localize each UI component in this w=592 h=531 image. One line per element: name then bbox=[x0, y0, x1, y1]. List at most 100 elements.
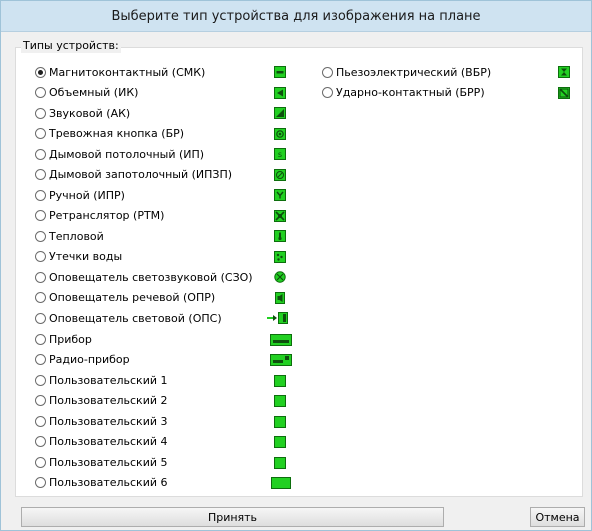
option-label: Пользовательский 5 bbox=[49, 455, 168, 469]
radio-option[interactable]: Пользовательский 2 bbox=[35, 392, 168, 408]
custom-2-icon bbox=[274, 395, 286, 407]
radio-option[interactable]: Радио-прибор bbox=[35, 351, 130, 367]
heat-detector-icon bbox=[274, 230, 286, 242]
radio-option[interactable]: Тепловой bbox=[35, 228, 104, 244]
option-label: Ударно-контактный (БРР) bbox=[336, 85, 485, 99]
option-label: Радио-прибор bbox=[49, 352, 130, 366]
radio-button[interactable] bbox=[35, 127, 46, 139]
custom-1-icon bbox=[274, 375, 286, 387]
volumetric-ir-icon bbox=[274, 87, 286, 99]
option-label: Прибор bbox=[49, 332, 92, 346]
water-leak-icon bbox=[274, 251, 286, 263]
radio-option[interactable]: Магнитоконтактный (СМК) bbox=[35, 64, 205, 80]
radio-button[interactable] bbox=[35, 312, 46, 324]
option-label: Пользовательский 2 bbox=[49, 393, 168, 407]
custom-5-icon bbox=[274, 457, 286, 469]
title-bar[interactable]: Выберите тип устройства для изображения … bbox=[1, 1, 591, 32]
option-label: Пользовательский 1 bbox=[49, 373, 168, 387]
device-icon bbox=[270, 334, 292, 346]
radio-button[interactable] bbox=[35, 476, 46, 488]
magnetic-contact-icon bbox=[274, 66, 286, 78]
option-label: Тревожная кнопка (БР) bbox=[49, 126, 185, 140]
radio-option[interactable]: Пьезоэлектрический (ВБР) bbox=[322, 64, 491, 80]
accept-button[interactable]: Принять bbox=[21, 507, 444, 527]
option-label: Пользовательский 4 bbox=[49, 434, 168, 448]
radio-option[interactable]: Пользовательский 3 bbox=[35, 413, 168, 429]
manual-call-point-icon bbox=[274, 189, 286, 201]
svg-text:s: s bbox=[278, 150, 282, 159]
radio-button[interactable] bbox=[35, 250, 46, 262]
radio-option[interactable]: Ретранслятор (РТМ) bbox=[35, 207, 164, 223]
radio-option[interactable]: Ударно-контактный (БРР) bbox=[322, 84, 485, 100]
radio-device-icon bbox=[270, 354, 292, 366]
panic-button-icon bbox=[274, 128, 286, 140]
option-label: Пользовательский 3 bbox=[49, 414, 168, 428]
option-label: Пьезоэлектрический (ВБР) bbox=[336, 65, 492, 79]
radio-button[interactable] bbox=[35, 353, 46, 365]
cancel-button[interactable]: Отмена bbox=[530, 507, 585, 527]
radio-option[interactable]: Звуковой (АК) bbox=[35, 105, 130, 121]
radio-button[interactable] bbox=[35, 168, 46, 180]
option-label: Ретранслятор (РТМ) bbox=[49, 208, 165, 222]
radio-option[interactable]: Пользовательский 5 bbox=[35, 454, 168, 470]
option-label: Дымовой запотолочный (ИПЗП) bbox=[49, 167, 233, 181]
radio-button[interactable] bbox=[35, 394, 46, 406]
option-label: Пользовательский 6 bbox=[49, 475, 168, 489]
shock-contact-icon bbox=[558, 87, 570, 99]
radio-button[interactable] bbox=[35, 230, 46, 242]
option-label: Магнитоконтактный (СМК) bbox=[49, 65, 206, 79]
light-sound-alarm-icon bbox=[274, 271, 286, 283]
option-label: Объемный (ИК) bbox=[49, 85, 139, 99]
radio-option[interactable]: Утечки воды bbox=[35, 248, 122, 264]
repeater-icon bbox=[274, 210, 286, 222]
radio-button[interactable] bbox=[35, 209, 46, 221]
radio-button[interactable] bbox=[35, 107, 46, 119]
radio-option[interactable]: Прибор bbox=[35, 331, 92, 347]
option-label: Оповещатель светозвуковой (СЗО) bbox=[49, 270, 253, 284]
option-label: Оповещатель световой (ОПС) bbox=[49, 311, 222, 325]
radio-option[interactable]: Пользовательский 1 bbox=[35, 372, 168, 388]
radio-option[interactable]: Дымовой потолочный (ИП) bbox=[35, 146, 204, 162]
acoustic-icon bbox=[274, 107, 286, 119]
custom-4-icon bbox=[274, 436, 286, 448]
radio-option[interactable]: Оповещатель светозвуковой (СЗО) bbox=[35, 269, 253, 285]
device-types-legend: Типы устройств: bbox=[21, 39, 121, 53]
option-label: Дымовой потолочный (ИП) bbox=[49, 147, 205, 161]
cancel-button-label: Отмена bbox=[535, 510, 580, 524]
radio-button[interactable] bbox=[35, 271, 46, 283]
radio-option[interactable]: Пользовательский 4 bbox=[35, 433, 168, 449]
option-label: Утечки воды bbox=[49, 249, 123, 263]
radio-button[interactable] bbox=[35, 415, 46, 427]
radio-option[interactable]: Тревожная кнопка (БР) bbox=[35, 125, 184, 141]
radio-button[interactable] bbox=[35, 86, 46, 98]
radio-button[interactable] bbox=[35, 456, 46, 468]
above-ceiling-smoke-icon bbox=[274, 169, 286, 181]
radio-button[interactable] bbox=[322, 66, 333, 78]
custom-3-icon bbox=[274, 416, 286, 428]
radio-button[interactable] bbox=[35, 333, 46, 345]
radio-option[interactable]: Объемный (ИК) bbox=[35, 84, 138, 100]
radio-button[interactable] bbox=[35, 66, 46, 78]
ceiling-smoke-icon: s bbox=[274, 148, 286, 160]
radio-button[interactable] bbox=[35, 291, 46, 303]
radio-button[interactable] bbox=[35, 189, 46, 201]
accept-button-label: Принять bbox=[207, 510, 258, 524]
custom-6-icon bbox=[271, 477, 291, 489]
dialog-window: Выберите тип устройства для изображения … bbox=[0, 0, 592, 531]
piezo-icon bbox=[558, 66, 570, 78]
option-label: Звуковой (АК) bbox=[49, 106, 131, 120]
option-label: Оповещатель речевой (ОПР) bbox=[49, 290, 216, 304]
voice-alarm-icon bbox=[274, 292, 286, 304]
radio-option[interactable]: Оповещатель световой (ОПС) bbox=[35, 310, 222, 326]
radio-option[interactable]: Ручной (ИПР) bbox=[35, 187, 125, 203]
radio-option[interactable]: Пользовательский 6 bbox=[35, 474, 168, 490]
option-label: Ручной (ИПР) bbox=[49, 188, 125, 202]
light-alarm-icon bbox=[266, 312, 292, 324]
radio-button[interactable] bbox=[35, 148, 46, 160]
radio-button[interactable] bbox=[35, 374, 46, 386]
radio-option[interactable]: Дымовой запотолочный (ИПЗП) bbox=[35, 166, 232, 182]
radio-button[interactable] bbox=[322, 86, 333, 98]
radio-option[interactable]: Оповещатель речевой (ОПР) bbox=[35, 289, 215, 305]
option-label: Тепловой bbox=[49, 229, 104, 243]
radio-button[interactable] bbox=[35, 435, 46, 447]
